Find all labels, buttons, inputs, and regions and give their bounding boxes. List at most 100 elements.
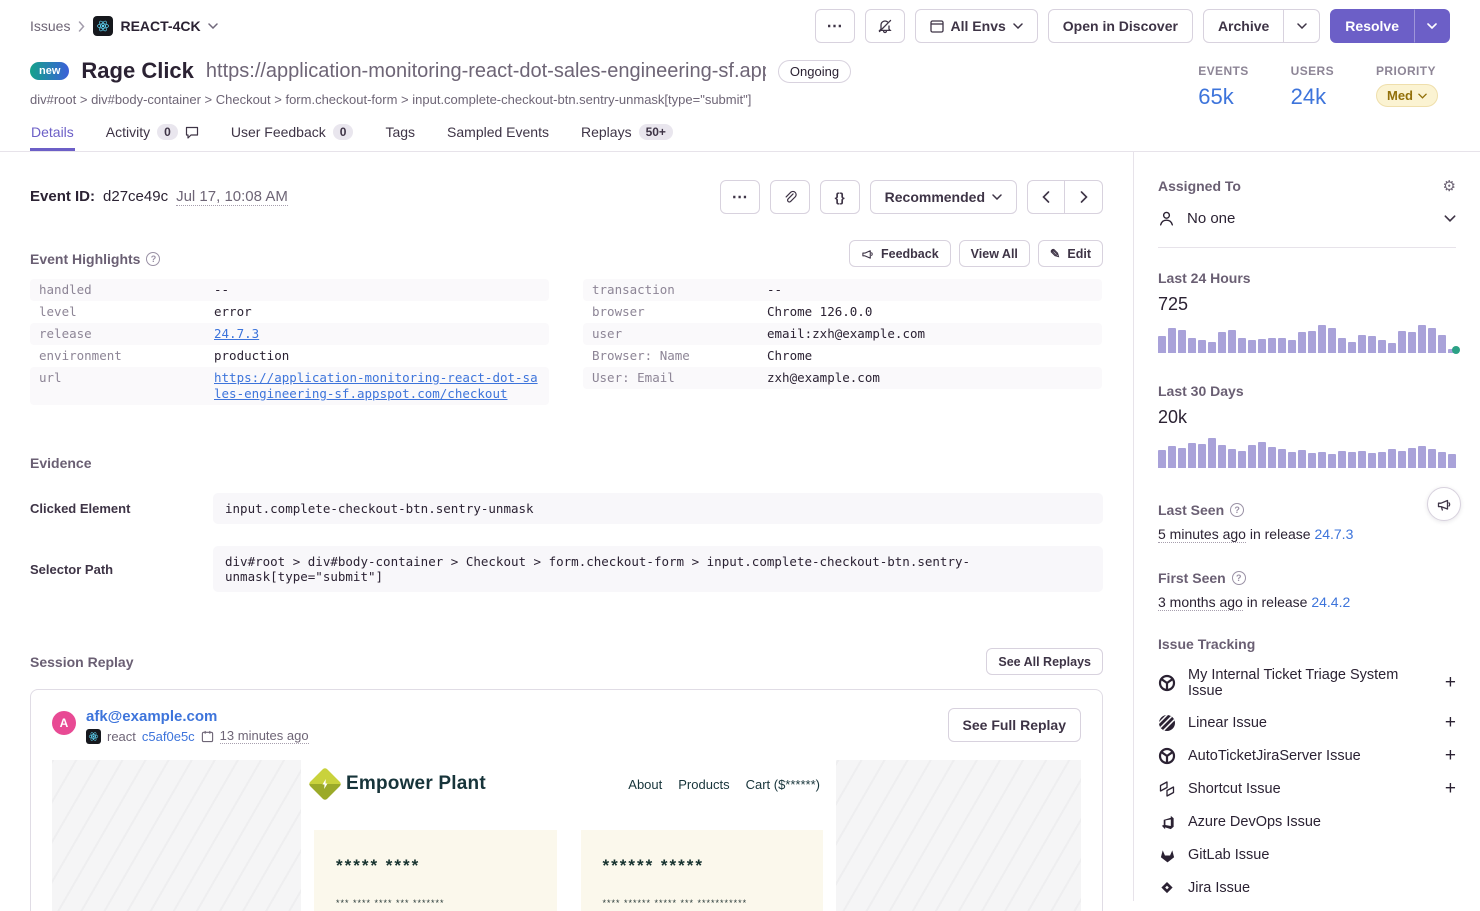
chevron-down-icon — [1297, 23, 1307, 29]
replay-user-link[interactable]: afk@example.com — [86, 708, 309, 725]
top-bar: Issues REACT-4CK ⋯ All Envs Open in Disc… — [0, 0, 1480, 52]
table-row: browserChrome 126.0.0 — [583, 301, 1102, 323]
help-icon: ? — [1230, 503, 1244, 517]
replay-viewport[interactable]: Empower Plant About Products Cart ($****… — [52, 760, 1081, 911]
users-label: USERS — [1291, 64, 1334, 78]
clicked-element-value: input.complete-checkout-btn.sentry-unmas… — [213, 493, 1103, 524]
environment-filter-button[interactable]: All Envs — [915, 9, 1038, 43]
replay-product-card: ****** ***** **** ****** ***** *** *****… — [581, 830, 824, 911]
tracking-link[interactable]: My Internal Ticket Triage System Issue — [1188, 667, 1433, 699]
ticket-system-icon — [1158, 674, 1176, 692]
replay-project-name: react — [107, 729, 136, 744]
list-item: GitLab Issue — [1158, 846, 1456, 864]
add-issue-button[interactable]: + — [1445, 676, 1456, 690]
see-full-replay-button[interactable]: See Full Replay — [948, 708, 1081, 742]
add-issue-button[interactable]: + — [1445, 716, 1456, 730]
event-details-main: Event ID: d27ce49c Jul 17, 10:08 AM ⋯ {}… — [0, 152, 1133, 901]
project-selector[interactable]: REACT-4CK — [93, 16, 217, 36]
last-24-hours-chart — [1158, 325, 1456, 353]
mute-alerts-button[interactable] — [865, 9, 905, 43]
archive-dropdown-button[interactable] — [1284, 9, 1320, 43]
issue-selector-path: div#root > div#body-container > Checkout… — [30, 92, 851, 107]
highlights-table-right: transaction-- browserChrome 126.0.0 user… — [583, 279, 1102, 405]
tracking-link[interactable]: Shortcut Issue — [1188, 781, 1433, 797]
event-order-dropdown[interactable]: Recommended — [870, 180, 1017, 214]
replay-site-brand: Empower Plant — [346, 773, 486, 795]
gitlab-icon — [1158, 846, 1176, 864]
resolve-dropdown-button[interactable] — [1414, 9, 1450, 43]
assignee-dropdown[interactable]: No one — [1158, 210, 1456, 248]
replay-product-card: ***** **** *** **** **** *** ******* Add… — [314, 830, 557, 911]
see-all-replays-button[interactable]: See All Replays — [986, 648, 1103, 675]
highlights-view-all-button[interactable]: View All — [959, 240, 1030, 267]
issue-actions: ⋯ All Envs Open in Discover Archive Reso… — [815, 9, 1450, 43]
highlights-feedback-button[interactable]: Feedback — [849, 240, 951, 267]
add-issue-button[interactable]: + — [1445, 782, 1456, 796]
more-actions-button[interactable]: ⋯ — [815, 9, 855, 43]
replays-count-badge: 50+ — [639, 124, 673, 140]
activity-count-badge: 0 — [157, 124, 178, 140]
replay-nav-cart: Cart ($******) — [746, 777, 820, 792]
first-seen-header: First Seen? — [1158, 570, 1456, 586]
chevron-right-icon — [78, 21, 85, 32]
table-row: levelerror — [30, 301, 549, 323]
chevron-down-icon — [208, 23, 218, 29]
event-attachments-button[interactable] — [770, 180, 810, 214]
next-event-button[interactable] — [1065, 180, 1103, 214]
tracking-link[interactable]: Linear Issue — [1188, 715, 1433, 731]
gear-icon[interactable]: ⚙ — [1443, 179, 1456, 194]
users-count-link[interactable]: 24k — [1291, 84, 1334, 110]
last-seen-release-link[interactable]: 24.7.3 — [1314, 526, 1353, 542]
table-row: urlhttps://application-monitoring-react-… — [30, 367, 549, 405]
release-link[interactable]: 24.7.3 — [214, 326, 540, 342]
list-item: My Internal Ticket Triage System Issue + — [1158, 667, 1456, 699]
tab-replays[interactable]: Replays 50+ — [580, 118, 674, 151]
list-item: Shortcut Issue + — [1158, 780, 1456, 798]
evidence-header: Evidence — [30, 455, 1103, 471]
issue-stats: EVENTS 65k USERS 24k PRIORITY Med — [1198, 58, 1438, 110]
last-seen-ago: 5 minutes ago — [1158, 526, 1246, 543]
highlights-edit-button[interactable]: ✎ Edit — [1038, 240, 1103, 267]
breadcrumb-issues-link[interactable]: Issues — [30, 18, 70, 34]
event-more-button[interactable]: ⋯ — [720, 180, 760, 214]
table-row: User: Emailzxh@example.com — [583, 367, 1102, 389]
tracking-link[interactable]: AutoTicketJiraServer Issue — [1188, 748, 1433, 764]
first-seen-release-link[interactable]: 24.4.2 — [1311, 594, 1350, 610]
priority-label: PRIORITY — [1376, 64, 1438, 78]
comment-icon — [185, 126, 199, 139]
clicked-element-label: Clicked Element — [30, 501, 213, 516]
events-count-link[interactable]: 65k — [1198, 84, 1248, 110]
shortcut-icon — [1158, 780, 1176, 798]
linear-icon — [1158, 714, 1176, 732]
person-icon — [1158, 210, 1175, 227]
priority-dropdown[interactable]: Med — [1376, 84, 1438, 107]
issue-sidebar: Assigned To ⚙ No one Last 24 Hours 725 L… — [1133, 152, 1480, 901]
replay-nav-products: Products — [678, 777, 729, 792]
chevron-down-icon — [1444, 215, 1456, 222]
tracking-link[interactable]: Azure DevOps Issue — [1188, 814, 1456, 830]
event-json-button[interactable]: {} — [820, 180, 860, 214]
floating-feedback-button[interactable] — [1427, 487, 1461, 521]
table-row: release24.7.3 — [30, 323, 549, 345]
archive-button[interactable]: Archive — [1203, 9, 1284, 43]
tab-tags[interactable]: Tags — [384, 118, 416, 151]
resolve-button[interactable]: Resolve — [1330, 9, 1414, 43]
replay-nav-about: About — [628, 777, 662, 792]
open-in-discover-button[interactable]: Open in Discover — [1048, 9, 1193, 43]
help-icon: ? — [146, 252, 160, 266]
replay-id-link[interactable]: c5af0e5c — [142, 729, 195, 744]
tab-sampled-events[interactable]: Sampled Events — [446, 118, 550, 151]
tab-details[interactable]: Details — [30, 118, 75, 151]
chevron-down-icon — [1418, 93, 1427, 99]
tab-activity[interactable]: Activity 0 — [105, 118, 200, 151]
add-issue-button[interactable]: + — [1445, 749, 1456, 763]
chevron-right-icon — [1080, 191, 1088, 203]
previous-event-button[interactable] — [1027, 180, 1065, 214]
table-row: environmentproduction — [30, 345, 549, 367]
archive-split-button: Archive — [1203, 9, 1320, 43]
url-link[interactable]: https://application-monitoring-react-dot… — [214, 370, 540, 402]
tab-user-feedback[interactable]: User Feedback 0 — [230, 118, 355, 151]
breadcrumb: Issues REACT-4CK — [30, 16, 218, 36]
tracking-link[interactable]: Jira Issue — [1188, 880, 1456, 896]
tracking-link[interactable]: GitLab Issue — [1188, 847, 1456, 863]
